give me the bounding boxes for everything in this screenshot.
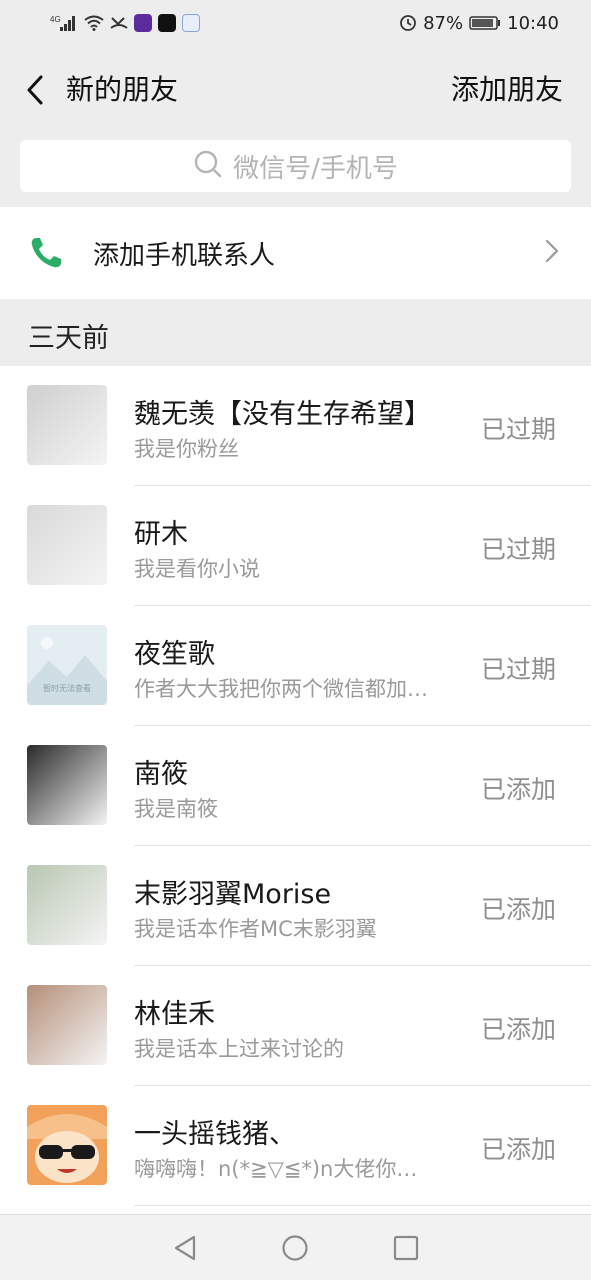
back-button[interactable]: [18, 70, 52, 110]
avatar: [27, 985, 107, 1065]
request-status: 已过期: [480, 415, 556, 444]
request-message: 我是话本上过来讨论的: [134, 1037, 344, 1061]
list-item[interactable]: 南筱 我是南筱 已添加: [0, 726, 591, 846]
avatar: [27, 505, 107, 585]
avatar: [27, 745, 107, 825]
contact-name: 林佳禾: [134, 999, 215, 1030]
page-title: 新的朋友: [66, 73, 179, 106]
add-phone-contacts-label: 添加手机联系人: [93, 241, 276, 271]
list-item[interactable]: 一头摇钱猪、 嗨嗨嗨！n(*≧▽≦*)n大佬你… 已添加: [0, 1086, 591, 1206]
list-item[interactable]: 魏无羡【没有生存希望】 我是你粉丝 已过期: [0, 366, 591, 486]
system-back-button[interactable]: [165, 1228, 205, 1268]
svg-text:4G: 4G: [50, 15, 61, 24]
triangle-back-icon: [175, 1235, 196, 1260]
contact-name: 魏无羡【没有生存希望】: [134, 399, 431, 430]
avatar-placeholder: 暂时无法查看: [27, 625, 107, 705]
contact-name: 研木: [134, 519, 188, 550]
signal-icon: 4G: [50, 14, 78, 32]
request-status: 已添加: [480, 895, 556, 924]
contact-name: 南筱: [134, 759, 188, 790]
image-placeholder-icon: 暂时无法查看: [27, 625, 107, 705]
add-friend-button[interactable]: 添加朋友: [451, 68, 563, 108]
square-recents-icon: [393, 1235, 418, 1260]
add-phone-contacts-row[interactable]: 添加手机联系人: [0, 207, 591, 299]
clock: 10:40: [507, 12, 559, 34]
avatar: [27, 865, 107, 945]
list-item[interactable]: 研木 我是看你小说 已过期: [0, 486, 591, 606]
app-icon: [134, 14, 152, 32]
system-home-button[interactable]: [275, 1228, 315, 1268]
tiktok-icon: [158, 14, 176, 32]
list-item[interactable]: 暂时无法查看 夜笙歌 作者大大我把你两个微信都加… 已过期: [0, 606, 591, 726]
request-message: 我是看你小说: [134, 557, 260, 581]
circle-home-icon: [282, 1234, 309, 1261]
contact-name: 末影羽翼Morise: [134, 879, 332, 910]
battery-percent: 87%: [423, 12, 464, 34]
avatar: [27, 1105, 107, 1185]
status-left: 4G: [50, 14, 200, 32]
system-nav-bar: [0, 1214, 591, 1280]
search-icon: [193, 149, 223, 183]
request-status: 已添加: [480, 1135, 556, 1164]
list-item[interactable]: 末影羽翼Morise 我是话本作者MC末影羽翼 已添加: [0, 846, 591, 966]
request-message: 嗨嗨嗨！n(*≧▽≦*)n大佬你…: [134, 1157, 418, 1181]
request-message: 我是南筱: [134, 797, 218, 821]
system-recents-button[interactable]: [386, 1228, 426, 1268]
alarm-icon: [399, 14, 417, 32]
phone-icon: [28, 235, 64, 271]
wifi-icon: [84, 15, 104, 31]
avatar: [27, 385, 107, 465]
nav-bar: 新的朋友 添加朋友: [0, 46, 591, 132]
request-status: 已添加: [480, 1015, 556, 1044]
missed-call-icon: [110, 15, 128, 31]
status-right: 87% 10:40: [399, 13, 559, 34]
back-arrow-icon: [27, 75, 43, 105]
list-item[interactable]: 林佳禾 我是话本上过来讨论的 已添加: [0, 966, 591, 1086]
baidu-icon: [182, 14, 200, 32]
request-message: 作者大大我把你两个微信都加…: [134, 677, 428, 701]
request-status: 已添加: [480, 775, 556, 804]
section-title: 三天前: [28, 323, 109, 354]
section-header: 三天前: [0, 300, 591, 366]
divider: [134, 1205, 591, 1206]
request-message: 我是你粉丝: [134, 437, 239, 461]
request-status: 已过期: [480, 535, 556, 564]
contact-name: 夜笙歌: [134, 639, 215, 670]
search-placeholder: 微信号/手机号: [233, 153, 398, 184]
sunglasses-character-icon: [27, 1105, 107, 1185]
friend-request-list: 魏无羡【没有生存希望】 我是你粉丝 已过期 研木 我是看你小说 已过期 暂时无法…: [0, 366, 591, 1214]
request-message: 我是话本作者MC末影羽翼: [134, 917, 377, 941]
chevron-right-icon: [545, 239, 559, 267]
placeholder-text: 暂时无法查看: [43, 683, 91, 693]
battery-icon: [469, 15, 501, 31]
status-bar: 4G 87% 10:40: [0, 0, 591, 46]
request-status: 已过期: [480, 655, 556, 684]
search-input[interactable]: 微信号/手机号: [20, 140, 571, 192]
contact-name: 一头摇钱猪、: [134, 1119, 296, 1150]
